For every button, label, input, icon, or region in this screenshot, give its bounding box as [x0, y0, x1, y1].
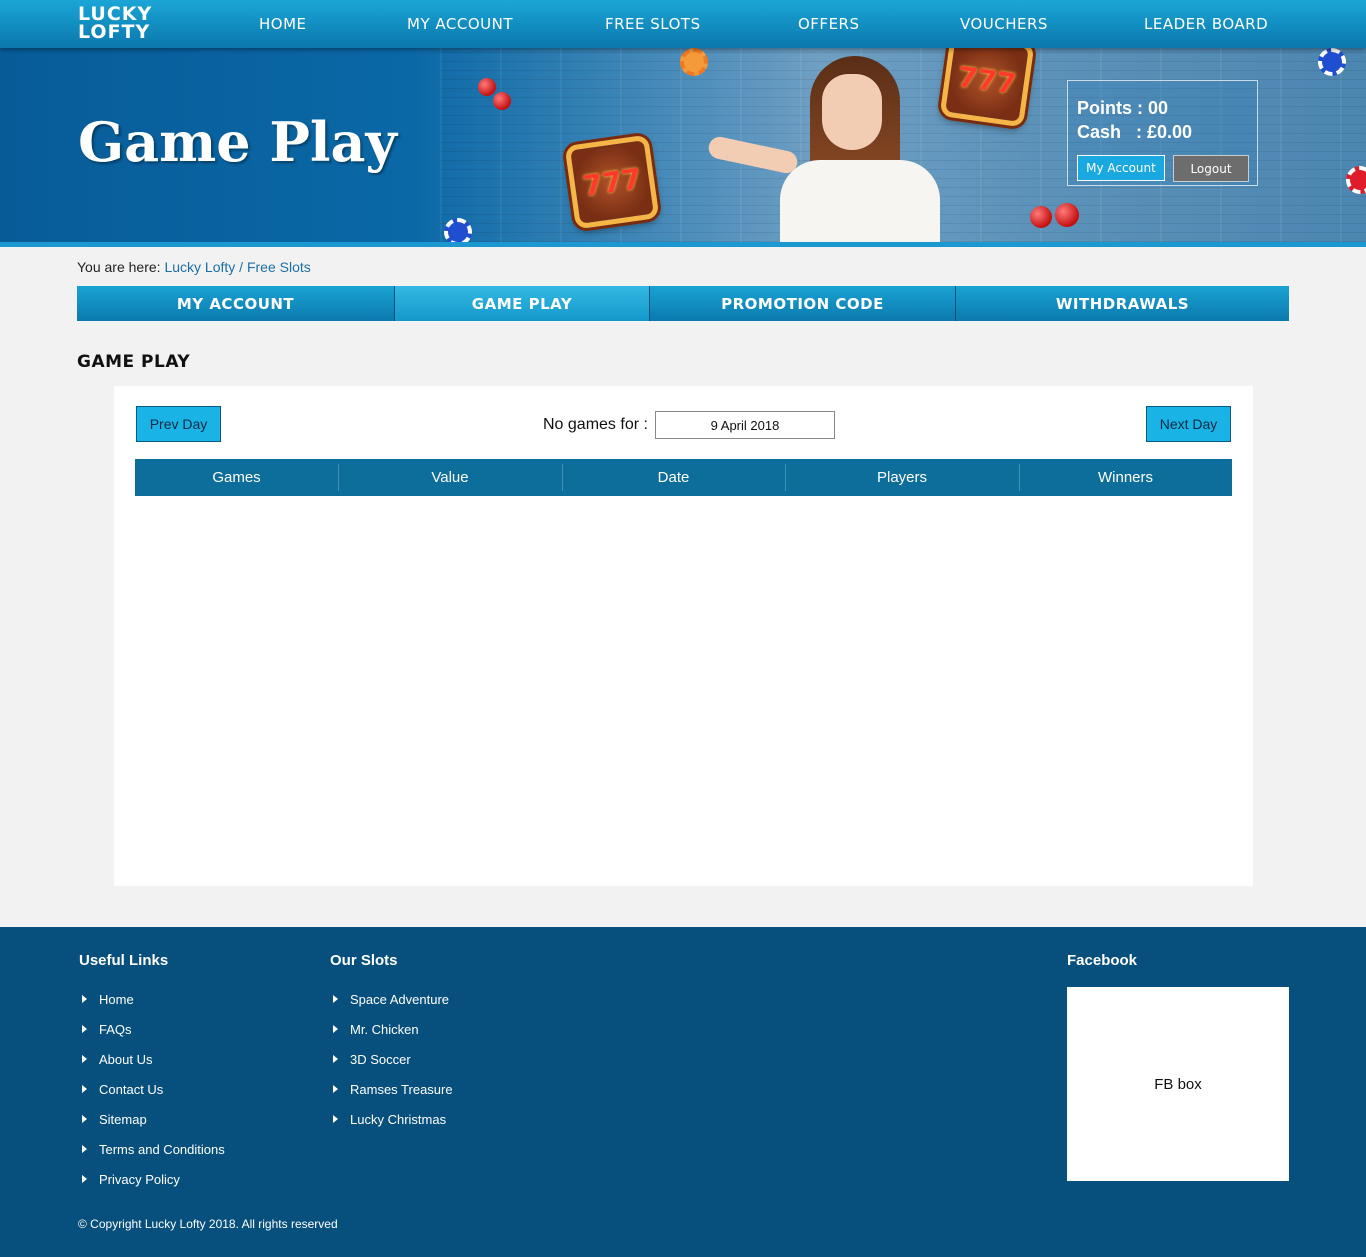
column-header-games[interactable]: Games: [135, 459, 338, 496]
footer-slot-space-adventure[interactable]: Space Adventure: [330, 984, 453, 1014]
facebook-heading: Facebook: [1067, 952, 1138, 969]
blue-chip-icon: [444, 218, 472, 242]
slot-777-icon: 777: [564, 134, 660, 230]
page-hero-title: Game Play: [78, 110, 397, 174]
cherry-icon: [1030, 206, 1052, 228]
our-slots-list: Space Adventure Mr. Chicken 3D Soccer Ra…: [330, 984, 453, 1134]
cherry-icon: [1055, 203, 1079, 227]
bullet-arrow-icon: [82, 1115, 87, 1123]
breadcrumb-home-link[interactable]: Lucky Lofty: [164, 259, 235, 275]
link-label: 3D Soccer: [350, 1051, 411, 1067]
site-footer: Useful Links Home FAQs About Us Contact …: [0, 927, 1366, 1257]
orange-chip-icon: [680, 48, 708, 76]
nav-free-slots[interactable]: FREE SLOTS: [605, 0, 701, 48]
logo-line-2: LOFTY: [78, 21, 151, 43]
slot-777-icon: 777: [939, 48, 1035, 128]
account-summary-box: Points : 00 Cash : £0.00 My Account Logo…: [1067, 80, 1258, 186]
footer-slot-ramses-treasure[interactable]: Ramses Treasure: [330, 1074, 453, 1104]
link-label: Contact Us: [99, 1081, 164, 1097]
footer-link-sitemap[interactable]: Sitemap: [79, 1104, 225, 1134]
breadcrumb-prefix: You are here:: [77, 259, 161, 275]
footer-slot-lucky-christmas[interactable]: Lucky Christmas: [330, 1104, 453, 1134]
footer-link-contact-us[interactable]: Contact Us: [79, 1074, 225, 1104]
prev-day-button[interactable]: Prev Day: [136, 406, 221, 442]
nav-offers[interactable]: OFFERS: [798, 0, 859, 48]
footer-link-faqs[interactable]: FAQs: [79, 1014, 225, 1044]
column-header-winners[interactable]: Winners: [1019, 459, 1232, 496]
cash-display: Cash : £0.00: [1077, 122, 1193, 142]
bullet-arrow-icon: [82, 1175, 87, 1183]
top-navbar: LUCKY LOFTY HOME MY ACCOUNT FREE SLOTS O…: [0, 0, 1366, 48]
column-header-players[interactable]: Players: [785, 459, 1019, 496]
link-label: Home: [99, 991, 134, 1007]
hero-woman-pointing: [706, 48, 950, 242]
footer-link-home[interactable]: Home: [79, 984, 225, 1014]
nav-vouchers[interactable]: VOUCHERS: [960, 0, 1048, 48]
bullet-arrow-icon: [333, 1115, 338, 1123]
breadcrumb-separator: /: [239, 259, 244, 275]
tab-my-account[interactable]: MY ACCOUNT: [77, 286, 395, 321]
useful-links-list: Home FAQs About Us Contact Us Sitemap Te…: [79, 984, 225, 1194]
blue-chip-icon: [1318, 48, 1346, 76]
no-games-label: No games for :: [543, 416, 648, 433]
our-slots-heading: Our Slots: [330, 952, 398, 969]
link-label: Lucky Christmas: [350, 1111, 447, 1127]
nav-my-account[interactable]: MY ACCOUNT: [407, 0, 513, 48]
link-label: About Us: [99, 1051, 153, 1067]
footer-slot-3d-soccer[interactable]: 3D Soccer: [330, 1044, 453, 1074]
link-label: Mr. Chicken: [350, 1021, 419, 1037]
bullet-arrow-icon: [82, 1055, 87, 1063]
bullet-arrow-icon: [333, 1025, 338, 1033]
link-label: Privacy Policy: [99, 1171, 180, 1187]
site-logo[interactable]: LUCKY LOFTY: [78, 5, 160, 43]
link-label: Ramses Treasure: [350, 1081, 453, 1097]
nav-leader-board[interactable]: LEADER BOARD: [1144, 0, 1268, 48]
link-label: Sitemap: [99, 1111, 147, 1127]
link-label: FAQs: [99, 1021, 132, 1037]
column-header-date[interactable]: Date: [562, 459, 785, 496]
bullet-arrow-icon: [82, 1085, 87, 1093]
hero-divider: [0, 242, 1366, 247]
hero-banner: Game Play 777 777 Points : 00 Cash : £0.…: [0, 48, 1366, 242]
breadcrumb: You are here: Lucky Lofty / Free Slots: [77, 259, 311, 275]
bullet-arrow-icon: [82, 995, 87, 1003]
my-account-button[interactable]: My Account: [1077, 155, 1165, 181]
footer-link-about-us[interactable]: About Us: [79, 1044, 225, 1074]
tab-promotion-code[interactable]: PROMOTION CODE: [650, 286, 956, 321]
bullet-arrow-icon: [82, 1025, 87, 1033]
points-display: Points : 00: [1077, 98, 1169, 118]
bullet-arrow-icon: [333, 1055, 338, 1063]
nav-home[interactable]: HOME: [259, 0, 307, 48]
tab-game-play[interactable]: GAME PLAY: [395, 286, 650, 321]
bullet-arrow-icon: [333, 995, 338, 1003]
facebook-widget-box[interactable]: FB box: [1067, 987, 1289, 1181]
tab-withdrawals[interactable]: WITHDRAWALS: [956, 286, 1289, 321]
footer-link-terms[interactable]: Terms and Conditions: [79, 1134, 225, 1164]
copyright-text: © Copyright Lucky Lofty 2018. All rights…: [78, 1217, 338, 1231]
cherry-icon: [493, 92, 511, 110]
date-field[interactable]: [655, 411, 835, 439]
next-day-button[interactable]: Next Day: [1146, 406, 1231, 442]
column-header-value[interactable]: Value: [338, 459, 562, 496]
cherry-icon: [478, 78, 496, 96]
section-title: GAME PLAY: [77, 352, 191, 372]
footer-slot-mr-chicken[interactable]: Mr. Chicken: [330, 1014, 453, 1044]
bullet-arrow-icon: [333, 1085, 338, 1093]
red-chip-icon: [1346, 166, 1366, 194]
games-table-header: Games Value Date Players Winners: [135, 459, 1232, 496]
logout-button[interactable]: Logout: [1173, 155, 1249, 182]
useful-links-heading: Useful Links: [79, 952, 169, 969]
bullet-arrow-icon: [82, 1145, 87, 1153]
link-label: Space Adventure: [350, 991, 450, 1007]
footer-link-privacy[interactable]: Privacy Policy: [79, 1164, 225, 1194]
link-label: Terms and Conditions: [99, 1141, 225, 1157]
breadcrumb-free-slots-link[interactable]: Free Slots: [247, 259, 311, 275]
game-play-panel: Prev Day No games for : Next Day Games V…: [114, 386, 1253, 886]
account-tabs: MY ACCOUNT GAME PLAY PROMOTION CODE WITH…: [77, 286, 1289, 321]
